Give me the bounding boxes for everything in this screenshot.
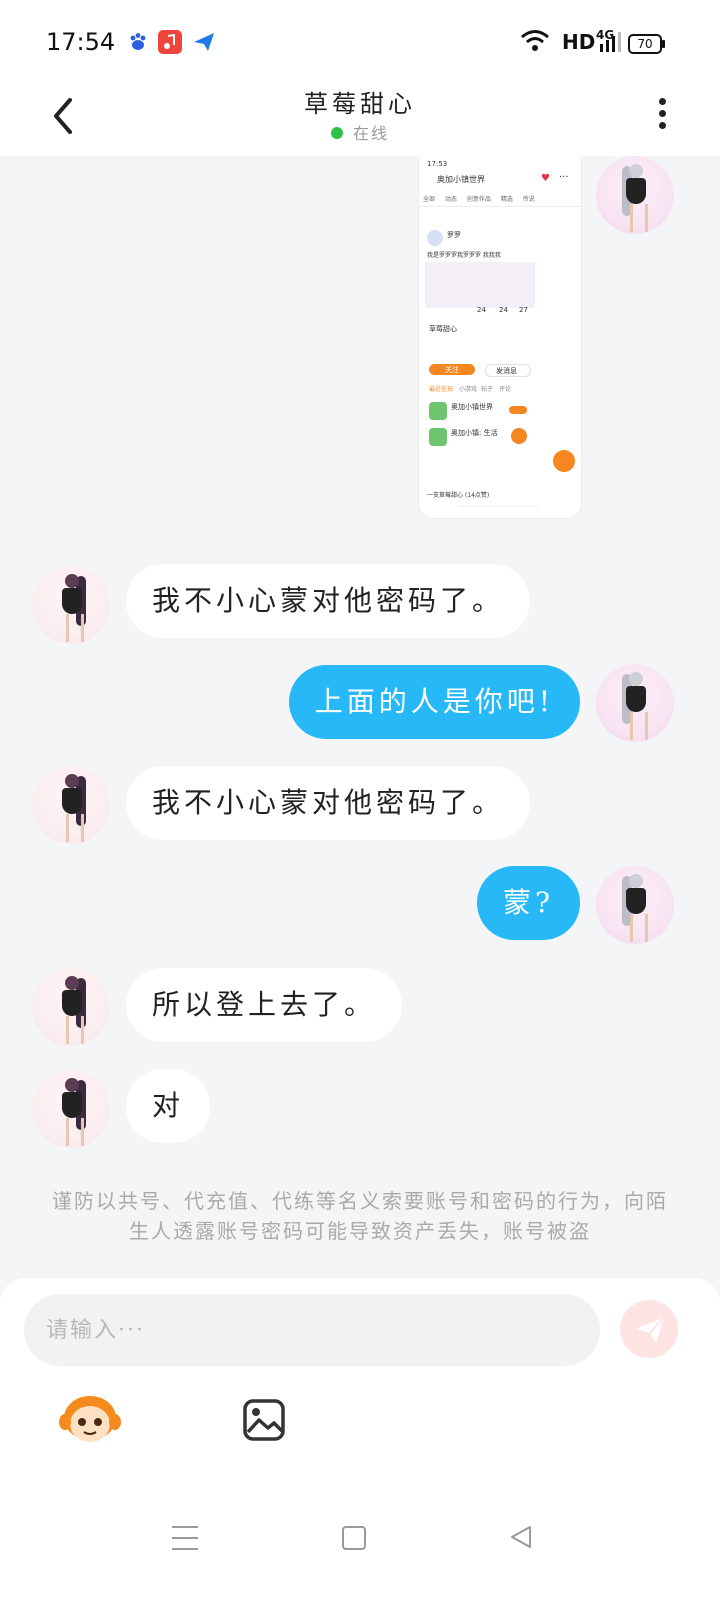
message-bubble-incoming[interactable]: 所以登上去了。 [126,968,403,1042]
img-divider [419,206,581,207]
img-tab: 传说 [522,196,535,203]
image-button[interactable] [242,1398,286,1442]
input-panel [0,1278,720,1600]
img-profile-name: 草莓甜心 [429,325,457,333]
send-icon [636,1316,665,1343]
chat-messages[interactable]: 17:53 奥加小镇世界 ♥ ··· 全部 动态 创意作品 精选 传说 罗罗 我… [0,156,720,1280]
img-tab: 创意作品 [466,196,491,203]
img-follow-label: 关注 [445,366,459,374]
more-dot [658,122,666,129]
img-game-title: 奥加小镇: 生活 [451,429,498,437]
contact-avatar[interactable] [32,766,110,844]
img-user-avatar [427,230,443,246]
img-tab: 全部 [423,196,436,203]
img-more-icon: ··· [559,172,569,183]
img-game-badge [509,406,527,414]
my-avatar[interactable] [596,156,674,234]
img-game-icon [429,402,447,420]
battery-indicator: 70 [628,34,665,54]
status-time: 17:54 [46,28,116,56]
my-avatar[interactable] [596,866,674,944]
message-bubble-incoming[interactable]: 对 [126,1069,211,1143]
img-tab: 精选 [500,196,513,203]
more-dot [658,110,666,117]
contact-avatar[interactable] [32,1070,110,1148]
home-nav-button[interactable] [342,1526,366,1550]
img-section-tab: 评论 [499,386,512,393]
send-button[interactable] [620,1300,678,1358]
more-vertical-icon [658,98,666,105]
img-stat: 27 [519,306,528,314]
my-avatar[interactable] [596,664,674,742]
img-nav-divider [459,506,539,507]
contact-avatar[interactable] [32,968,110,1046]
message-input[interactable] [24,1294,600,1366]
chat-header: 草莓甜心 在线 [0,78,720,156]
back-nav-button[interactable] [508,1524,534,1554]
img-tab: 动态 [444,196,457,203]
img-tabs: 全部 动态 创意作品 精选 传说 [423,194,535,203]
img-badge-icon [511,428,527,444]
message-bubble-incoming[interactable]: 我不小心蒙对他密码了。 [126,564,531,638]
img-stat: 24 [499,306,508,314]
signal-label: 4G [596,28,615,42]
online-label: 在线 [352,124,389,143]
contact-avatar[interactable] [32,566,110,644]
wifi-icon [520,28,550,58]
contact-name: 草莓甜心 [304,90,416,118]
img-banner [425,262,535,308]
heart-icon: ♥ [541,173,550,184]
menu-nav-button[interactable] [172,1526,198,1550]
img-stat: 24 [477,306,486,314]
img-footer: 一支草莓甜心 (14点赞) [427,492,490,499]
more-options-button[interactable] [652,94,672,134]
img-game-icon [429,428,447,446]
signal-indicator: 4G [596,28,622,58]
img-game-title: 奥加小镇世界 [451,403,493,411]
img-follow-button: 关注 [429,364,475,375]
message-bubble-outgoing[interactable]: 上面的人是你吧! [288,665,580,739]
img-message-label: 发消息 [496,367,517,375]
img-status-time: 17:53 [427,160,448,168]
online-status: 在线 [0,120,720,144]
img-user-name: 罗罗 [447,231,461,239]
emoji-button[interactable] [58,1392,122,1448]
img-section-tab: 最近在玩 [429,386,454,393]
image-icon [243,1399,285,1441]
message-bubble-incoming[interactable]: 我不小心蒙对他密码了。 [126,766,531,840]
system-nav-bar [0,1508,720,1578]
music-icon [158,30,182,54]
security-warning: 谨防以共号、代充值、代练等名义索要账号和密码的行为，向陌生人透露账号密码可能导致… [52,1189,668,1243]
img-section-tab: 帖子 [481,386,494,393]
img-bio: 我是罗罗罗我罗罗罗 我我我 [427,252,501,259]
monkey-emoji-icon [59,1396,121,1442]
baidu-icon [126,30,150,54]
network-label: HD [562,30,596,54]
img-section-tab: 小游戏 [459,386,478,393]
img-message-button: 发消息 [485,364,531,377]
online-dot-icon [330,127,343,139]
triangle-back-icon [511,1526,531,1548]
message-bubble-outgoing[interactable]: 蒙? [476,866,580,940]
send-icon [192,30,216,54]
image-message[interactable]: 17:53 奥加小镇世界 ♥ ··· 全部 动态 创意作品 精选 传说 罗罗 我… [418,156,582,519]
img-float-button [553,450,575,472]
status-bar: 17:54 HD 4G 70 [0,0,720,78]
img-header-title: 奥加小镇世界 [437,175,485,184]
